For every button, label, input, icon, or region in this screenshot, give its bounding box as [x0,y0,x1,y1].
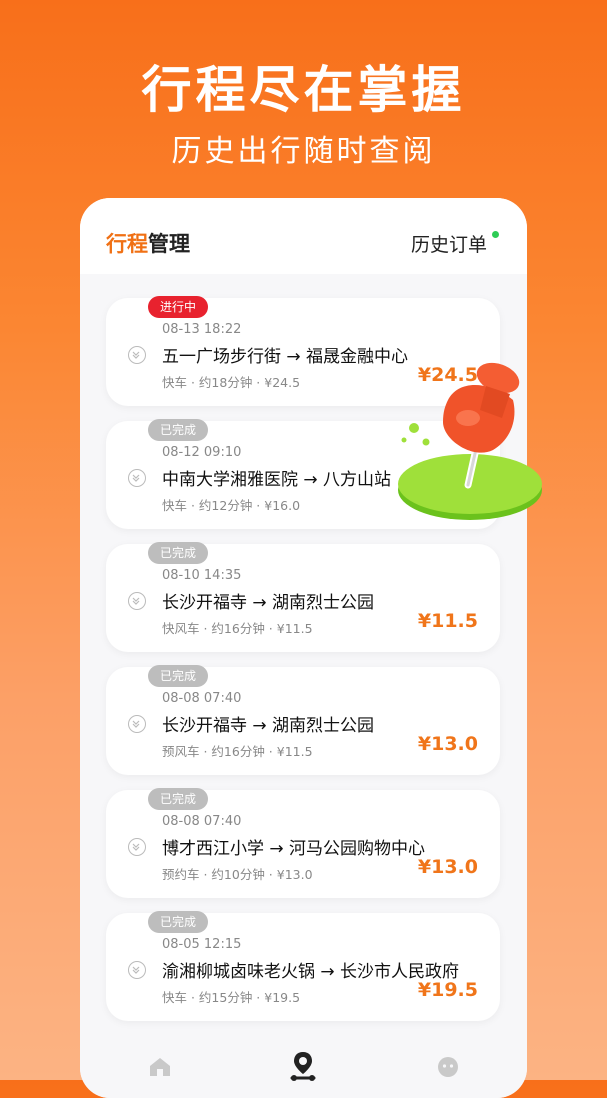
trip-route: 博才西江小学 → 河马公园购物中心 [162,839,426,859]
trip-card[interactable]: 已完成 08-08 07:40 博才西江小学 → 河马公园购物中心预约车 · 约10… [106,788,500,898]
trip-time: 08-08 07:40 [162,814,242,829]
trip-time: 08-05 12:15 [162,937,242,952]
trip-time: 08-12 09:10 [162,445,242,460]
page-title: 行程管理 [106,228,190,258]
expand-chevron-icon[interactable] [128,592,146,610]
trip-meta: 快风车 · 约16分钟 · ¥11.5 [162,621,313,636]
trip-route: 渝湘柳城卤味老火锅 → 长沙市人民政府 [162,962,460,982]
home-icon[interactable] [148,1056,172,1078]
trip-price: ¥19.5 [417,979,478,1001]
status-dot-icon [492,231,499,238]
trip-meta: 快车 · 约18分钟 · ¥24.5 [162,375,301,390]
expand-chevron-icon[interactable] [128,838,146,856]
trip-route: 长沙开福寺 → 湖南烈士公园 [162,716,375,736]
pushpin-illustration [398,362,542,520]
trip-card[interactable]: 已完成 08-10 14:35 长沙开福寺 → 湖南烈士公园快风车 · 约16分钟 … [106,542,500,652]
trip-route: 长沙开福寺 → 湖南烈士公园 [162,593,375,613]
trip-card[interactable]: 已完成 08-08 07:40 长沙开福寺 → 湖南烈士公园预风车 · 约16分钟 … [106,665,500,775]
history-orders-link[interactable]: 历史订单 [411,230,487,257]
promo-title: 行程尽在掌握 [141,61,466,119]
trip-status-badge: 已完成 [148,542,209,564]
page-title-rest: 管理 [148,232,190,256]
trip-route: 五一广场步行街 → 福晟金融中心 [162,347,409,367]
page-title-accent: 行程 [106,232,148,256]
expand-chevron-icon[interactable] [128,961,146,979]
trip-price: ¥11.5 [417,610,478,632]
trip-meta: 预风车 · 约16分钟 · ¥11.5 [162,744,313,759]
trip-meta: 预约车 · 约10分钟 · ¥13.0 [162,867,313,882]
trip-time: 08-08 07:40 [162,691,242,706]
expand-chevron-icon[interactable] [128,346,146,364]
trip-status-badge: 进行中 [148,296,209,318]
trip-time: 08-10 14:35 [162,568,242,583]
trip-price: ¥13.0 [417,856,478,878]
card-header: 行程管理 历史订单 [80,198,527,274]
expand-chevron-icon[interactable] [128,469,146,487]
route-pin-icon[interactable] [288,1050,318,1082]
trip-status-badge: 已完成 [148,911,209,933]
trip-card[interactable]: 已完成 08-05 12:15 渝湘柳城卤味老火锅 → 长沙市人民政府快车 · 约1… [106,911,500,1021]
expand-chevron-icon[interactable] [128,715,146,733]
profile-icon[interactable] [436,1056,460,1078]
trip-meta: 快车 · 约12分钟 · ¥16.0 [162,498,301,513]
trip-status-badge: 已完成 [148,419,209,441]
trip-time: 08-13 18:22 [162,322,242,337]
trip-meta: 快车 · 约15分钟 · ¥19.5 [162,990,301,1005]
trip-status-badge: 已完成 [148,788,209,810]
promo-subtitle: 历史出行随时查阅 [171,134,436,169]
bottom-tab-bar [80,1038,527,1098]
trip-management-card: 行程管理 历史订单 进行中 08-13 18:22 五一广场步行街 → 福晟金融中心… [80,198,527,1098]
trip-route: 中南大学湘雅医院 → 八方山站 [162,470,392,490]
trip-price: ¥13.0 [417,733,478,755]
trip-status-badge: 已完成 [148,665,209,687]
